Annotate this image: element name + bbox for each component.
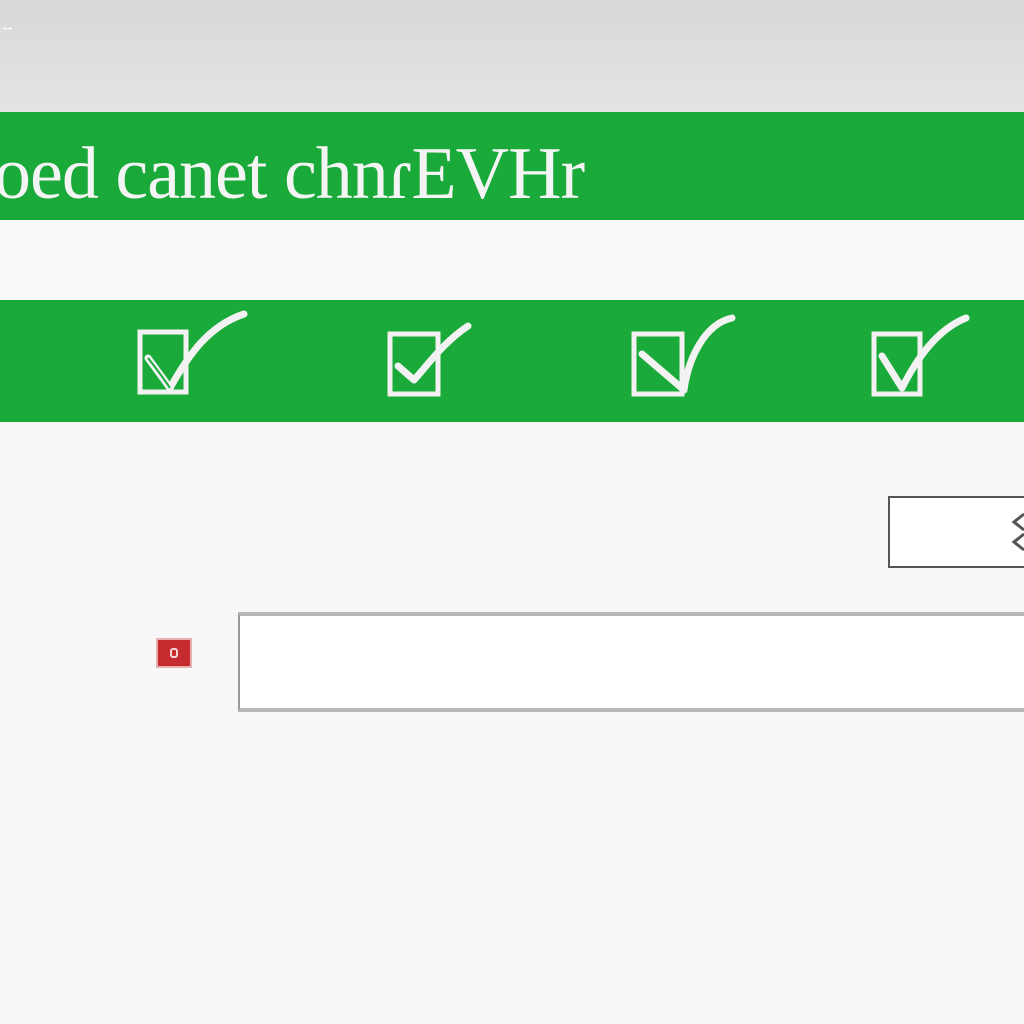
- checkbox-toolbar: [0, 300, 1024, 422]
- checkbox-1[interactable]: [132, 306, 248, 406]
- page-title: oed canet chnɾEVHr: [0, 133, 585, 215]
- checkbox-checked-icon: [137, 310, 248, 395]
- resize-icon[interactable]: ↔: [0, 18, 16, 35]
- header-spacer: [0, 220, 1024, 300]
- marker-glyph: [170, 648, 178, 658]
- text-input[interactable]: [238, 612, 1024, 712]
- header-banner: oed canet chnɾEVHr: [0, 112, 1024, 220]
- window-titlebar: ↔: [0, 0, 1024, 113]
- error-marker-icon[interactable]: [156, 638, 192, 668]
- dropdown-box[interactable]: [888, 496, 1024, 568]
- content-area: [0, 422, 1024, 1024]
- checkbox-3[interactable]: [628, 306, 738, 406]
- checkbox-checked-icon: [871, 314, 970, 397]
- checkbox-4[interactable]: [866, 306, 976, 406]
- checkbox-2[interactable]: [380, 306, 490, 406]
- checkbox-checked-icon: [387, 322, 472, 397]
- chevron-notch-icon: [1011, 512, 1024, 552]
- checkbox-checked-icon: [631, 314, 736, 397]
